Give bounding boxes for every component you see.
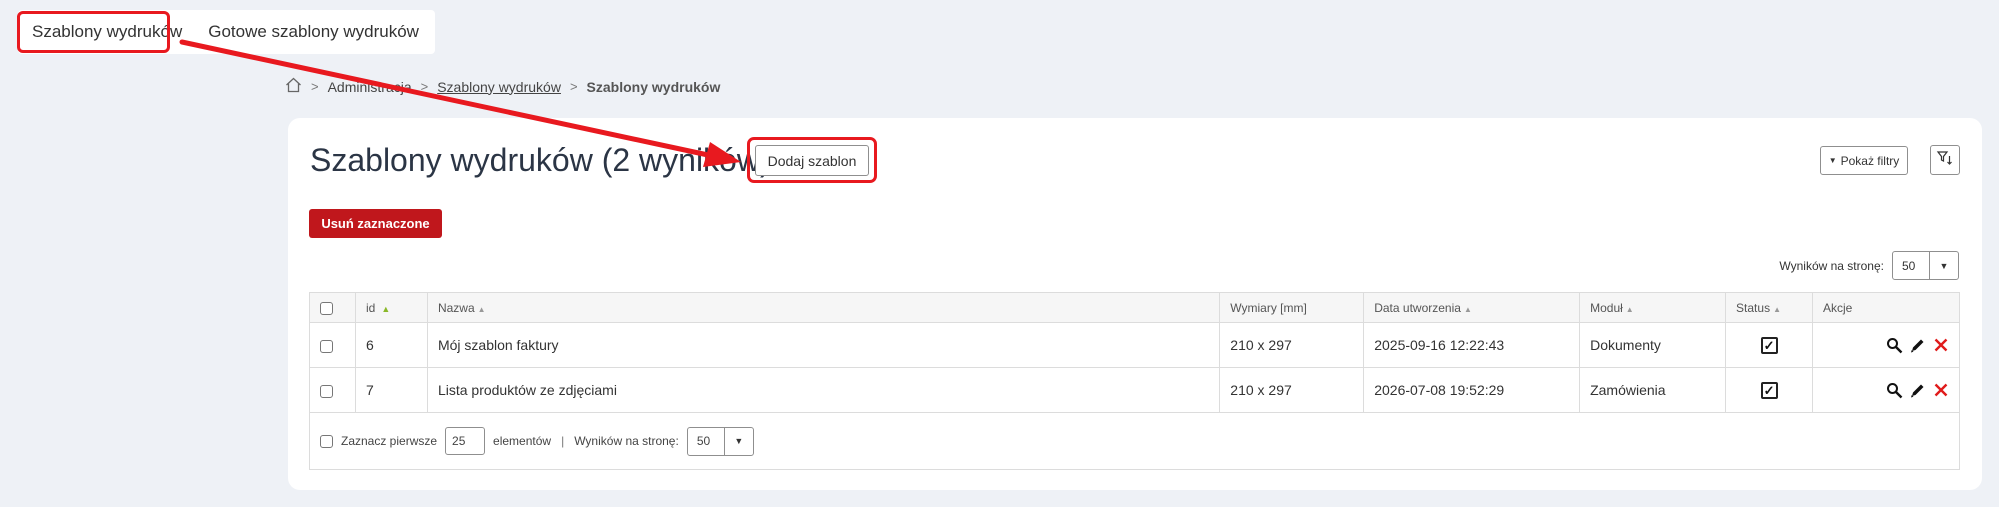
column-module[interactable]: Moduł ▲︎ <box>1579 292 1727 323</box>
column-dimensions-label: Wymiary [mm] <box>1230 300 1307 315</box>
row-select-cell <box>309 367 356 413</box>
sort-asc-icon: ▲ <box>381 303 391 314</box>
column-dimensions: Wymiary [mm] <box>1219 292 1365 323</box>
delete-icon[interactable] <box>1932 382 1949 399</box>
per-page-top: Wyników na stronę: 50 ▼ <box>1779 251 1959 280</box>
column-actions-label: Akcje <box>1823 300 1853 315</box>
add-button-highlight-box <box>747 137 877 183</box>
elements-label: elementów <box>493 434 552 448</box>
cell-name: Mój szablon faktury <box>426 322 1221 368</box>
table-row: 6 Mój szablon faktury 210 x 297 2025-09-… <box>309 322 1960 368</box>
sort-icon: ▲︎ <box>1625 304 1634 314</box>
caret-down-icon: ▼ <box>723 427 753 455</box>
caret-down-icon: ▼ <box>1828 156 1837 165</box>
caret-down-icon: ▼ <box>1929 252 1958 279</box>
column-module-label: Moduł <box>1590 300 1623 315</box>
row-select-cell <box>309 322 356 368</box>
per-page-value: 50 <box>1902 258 1916 273</box>
filter-sort-icon <box>1936 149 1954 172</box>
footer-per-page-select[interactable]: 50 ▼ <box>686 426 754 456</box>
footer-divider: | <box>561 434 565 448</box>
cell-created: 2025-09-16 12:22:43 <box>1363 322 1581 368</box>
select-all-cell <box>309 292 356 323</box>
page-title: Szablony wydruków (2 wyników) <box>310 142 771 178</box>
column-created-label: Data utworzenia <box>1374 300 1461 315</box>
breadcrumb-print-templates-link[interactable]: Szablony wydruków <box>437 79 561 95</box>
column-name[interactable]: Nazwa ▲︎ <box>426 292 1221 323</box>
table-footer-row: Zaznacz pierwsze 25 elementów | Wyników … <box>309 412 1960 470</box>
cell-id: 7 <box>354 367 428 413</box>
column-id[interactable]: id ▲ <box>354 292 428 323</box>
status-checkbox-checked[interactable]: ✓ <box>1760 336 1778 354</box>
select-first-label: Zaznacz pierwsze <box>341 434 438 448</box>
breadcrumb-administration[interactable]: Administracja <box>328 79 412 95</box>
cell-created: 2026-07-08 19:52:29 <box>1363 367 1581 413</box>
edit-icon[interactable] <box>1909 337 1926 354</box>
cell-actions <box>1812 322 1960 368</box>
view-icon[interactable] <box>1886 337 1903 354</box>
column-name-label: Nazwa <box>437 300 475 315</box>
sort-icon: ▲︎ <box>477 304 486 314</box>
row-checkbox[interactable] <box>320 384 333 398</box>
templates-table: id ▲ Nazwa ▲︎ Wymiary [mm] Data utworzenia… <box>309 292 1960 470</box>
cell-dimensions: 210 x 297 <box>1219 367 1365 413</box>
sort-icon: ▲︎ <box>1463 304 1472 314</box>
breadcrumb: > Administracja > Szablony wydruków > Sz… <box>285 77 720 96</box>
cell-module: Dokumenty <box>1579 322 1727 368</box>
cell-status: ✓ <box>1725 367 1814 413</box>
cell-actions <box>1812 367 1960 413</box>
breadcrumb-separator: > <box>420 79 429 94</box>
cell-module: Zamówienia <box>1579 367 1727 413</box>
tab-highlight-box <box>17 11 170 53</box>
breadcrumb-current: Szablony wydruków <box>586 78 721 95</box>
filter-sort-button[interactable] <box>1930 145 1960 175</box>
breadcrumb-separator: > <box>569 79 578 94</box>
select-first-input[interactable]: 25 <box>445 427 486 455</box>
row-checkbox[interactable] <box>320 339 333 353</box>
cell-id: 6 <box>354 322 428 368</box>
column-actions: Akcje <box>1812 292 1960 323</box>
select-all-checkbox[interactable] <box>320 301 333 315</box>
table-header-row: id ▲ Nazwa ▲︎ Wymiary [mm] Data utworzenia… <box>309 292 1960 323</box>
delete-icon[interactable] <box>1932 337 1949 354</box>
column-id-label: id <box>365 300 376 315</box>
column-status-label: Status <box>1736 300 1771 315</box>
delete-selected-button[interactable]: Usuń zaznaczone <box>309 209 442 238</box>
table-row: 7 Lista produktów ze zdjęciami 210 x 297… <box>309 367 1960 413</box>
cell-dimensions: 210 x 297 <box>1219 322 1365 368</box>
status-checkbox-checked[interactable]: ✓ <box>1760 381 1778 399</box>
cell-name: Lista produktów ze zdjęciami <box>426 367 1221 413</box>
column-status[interactable]: Status ▲︎ <box>1725 292 1814 323</box>
edit-icon[interactable] <box>1909 382 1926 399</box>
show-filters-label: Pokaż filtry <box>1840 153 1900 168</box>
column-created[interactable]: Data utworzenia ▲︎ <box>1363 292 1581 323</box>
footer-per-page-label: Wyników na stronę: <box>574 434 679 448</box>
table-footer-cell: Zaznacz pierwsze 25 elementów | Wyników … <box>309 412 1960 470</box>
per-page-select[interactable]: 50 ▼ <box>1892 251 1959 280</box>
cell-status: ✓ <box>1725 322 1814 368</box>
footer-per-page-value: 50 <box>696 434 711 448</box>
breadcrumb-separator: > <box>311 79 319 94</box>
sort-icon: ▲︎ <box>1773 304 1781 314</box>
home-icon[interactable] <box>285 77 302 96</box>
per-page-label: Wyników na stronę: <box>1779 258 1884 273</box>
tab-ready-print-templates[interactable]: Gotowe szablony wydruków <box>196 10 435 54</box>
select-first-checkbox[interactable] <box>320 434 333 448</box>
show-filters-button[interactable]: ▼ Pokaż filtry <box>1820 146 1908 175</box>
view-icon[interactable] <box>1886 382 1903 399</box>
